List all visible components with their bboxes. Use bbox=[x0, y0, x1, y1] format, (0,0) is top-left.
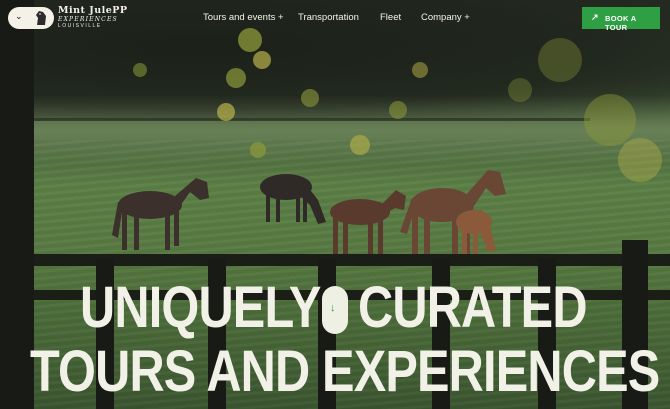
brand-name: Mint JulePP bbox=[58, 5, 128, 16]
headline-word-uniquely: UNIQUELY bbox=[80, 275, 321, 340]
horse-3 bbox=[330, 190, 406, 256]
fence-post-left bbox=[0, 0, 34, 409]
brand-tagline: EXPERIENCES bbox=[58, 16, 118, 23]
scroll-down-button[interactable]: ↓ bbox=[322, 286, 348, 334]
nav-item-fleet[interactable]: Fleet bbox=[380, 12, 401, 23]
arrow-icon: ↗ bbox=[591, 12, 599, 22]
book-a-tour-label: BOOK A TOUR bbox=[605, 13, 637, 32]
horse-head-icon bbox=[36, 11, 46, 25]
horse-5 bbox=[456, 208, 496, 258]
horse-1 bbox=[112, 178, 209, 250]
arrow-down-icon: ↓ bbox=[330, 302, 336, 314]
chevron-down-icon: ⌄ bbox=[15, 11, 23, 21]
brand-wordmark[interactable]: Mint JulePP EXPERIENCES LOUISVILLE bbox=[58, 5, 128, 30]
headline-line2-text: TOURS AND EXPERIENCES bbox=[30, 339, 660, 404]
horse-2 bbox=[260, 174, 326, 224]
nav-item-transportation[interactable]: Transportation bbox=[298, 12, 359, 23]
book-a-tour-button[interactable]: ↗ BOOK A TOUR bbox=[582, 7, 660, 32]
distant-fence bbox=[30, 118, 590, 121]
foreground-leaves bbox=[133, 28, 662, 182]
headline-word-curated: CURATED bbox=[358, 275, 588, 340]
logo-toggle[interactable]: ⌄ bbox=[8, 7, 54, 29]
top-navigation: ⌄ Mint JulePP EXPERIENCES LOUISVILLE Tou… bbox=[0, 0, 670, 36]
nav-item-tours-and-events[interactable]: Tours and events + bbox=[203, 12, 284, 23]
brand-location: LOUISVILLE bbox=[58, 23, 102, 29]
nav-item-company[interactable]: Company + bbox=[421, 12, 470, 23]
